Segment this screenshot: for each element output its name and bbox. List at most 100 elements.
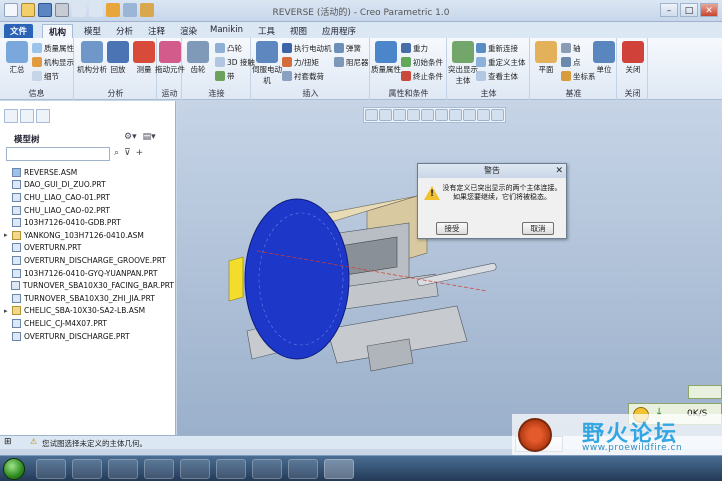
group-properties: 质量属性 重力 初始条件 终止条件 属性和条件 bbox=[371, 38, 447, 100]
force-torque-button[interactable]: 力/扭矩 bbox=[282, 56, 319, 68]
bushing-load-button[interactable]: 衬套载荷 bbox=[282, 70, 324, 82]
tree-item[interactable]: TURNOVER_SBA10X30_ZHI_JIA.PRT bbox=[4, 292, 174, 305]
maximize-button[interactable]: □ bbox=[680, 3, 698, 17]
tree-show-icon[interactable]: ▤▾ bbox=[143, 132, 156, 142]
gravity-button[interactable]: 重力 bbox=[401, 42, 428, 54]
tree-item[interactable]: ▸ YANKONG_103H7126-0410.ASM bbox=[4, 229, 174, 242]
tab-mechanism[interactable]: 机构 bbox=[42, 24, 74, 38]
browser-icon[interactable] bbox=[144, 459, 174, 479]
ribbon-tabs: 文件 机构 模型 分析 注释 渲染 Manikin 工具 视图 应用程序 bbox=[0, 22, 722, 38]
close-icon bbox=[622, 41, 644, 63]
tab-file[interactable]: 文件 bbox=[4, 24, 34, 38]
close-button[interactable]: ✕ bbox=[700, 3, 718, 17]
dialog-close-icon[interactable]: ✕ bbox=[555, 164, 563, 178]
mass-props-big-button[interactable]: 质量属性 bbox=[371, 41, 401, 75]
expand-icon[interactable]: ▸ bbox=[4, 231, 12, 239]
tree-item[interactable]: OVERTURN_DISCHARGE_GROOVE.PRT bbox=[4, 254, 174, 267]
accept-button[interactable]: 接受 bbox=[436, 222, 468, 235]
reconnect-button[interactable]: 重新连接 bbox=[476, 42, 518, 54]
tree-item[interactable]: CHU_LIAO_CAO-01.PRT bbox=[4, 191, 174, 204]
part-icon bbox=[12, 205, 21, 215]
add-column-icon[interactable]: + bbox=[136, 148, 144, 158]
tree-search-input[interactable] bbox=[6, 147, 110, 161]
pdf-icon[interactable] bbox=[252, 459, 282, 479]
expand-icon[interactable]: ▸ bbox=[4, 307, 12, 315]
part-icon bbox=[12, 180, 21, 190]
tree-item[interactable]: DAO_GUI_DI_ZUO.PRT bbox=[4, 179, 174, 192]
mass-props-button[interactable]: 质量属性 bbox=[32, 42, 74, 54]
redefine-body-button[interactable]: 重定义主体 bbox=[476, 56, 526, 68]
tab-tools[interactable]: 工具 bbox=[252, 24, 281, 38]
tree-item[interactable]: CHU_LIAO_CAO-02.PRT bbox=[4, 204, 174, 217]
mass-icon bbox=[32, 43, 42, 53]
bushing-icon bbox=[282, 71, 292, 81]
model-tree-tab-icon[interactable] bbox=[4, 109, 18, 123]
detail-button[interactable]: 细节 bbox=[32, 70, 59, 82]
ie-icon[interactable] bbox=[36, 459, 66, 479]
tab-view[interactable]: 视图 bbox=[284, 24, 313, 38]
summary-button[interactable]: 汇总 bbox=[2, 41, 32, 75]
initial-condition-button[interactable]: 初始条件 bbox=[401, 56, 443, 68]
creo-app-icon[interactable] bbox=[324, 459, 354, 479]
mini-status-widget[interactable] bbox=[688, 385, 722, 399]
start-button[interactable] bbox=[3, 458, 25, 480]
terminate-condition-button[interactable]: 终止条件 bbox=[401, 70, 443, 82]
warning-dialog: 警告 ✕ 没有定义已突出显示的两个主体连接。如果您要继续，它们将被稳态。 接受 … bbox=[417, 163, 567, 239]
tree-item[interactable]: REVERSE.ASM bbox=[4, 166, 174, 179]
belt-button[interactable]: 带 bbox=[215, 70, 235, 82]
cam-button[interactable]: 凸轮 bbox=[215, 42, 242, 54]
minimize-button[interactable]: – bbox=[660, 3, 678, 17]
monitor-icon[interactable] bbox=[180, 459, 210, 479]
filter-icon[interactable]: ⊽ bbox=[124, 148, 131, 158]
tab-render[interactable]: 渲染 bbox=[174, 24, 203, 38]
tree-settings-icon[interactable]: ⚙▾ bbox=[124, 132, 137, 142]
contact-3d-button[interactable]: 3D 接触 bbox=[215, 56, 255, 68]
cancel-button[interactable]: 取消 bbox=[522, 222, 554, 235]
tree-item[interactable]: TURNOVER_SBA10X30_FACING_BAR.PRT bbox=[4, 279, 174, 292]
tree-item[interactable]: ▸ CHELIC_SBA-10X30-SA2-LB.ASM bbox=[4, 305, 174, 318]
playback-icon bbox=[107, 41, 129, 63]
spring-button[interactable]: 弹簧 bbox=[334, 42, 361, 54]
explorer-icon[interactable] bbox=[72, 459, 102, 479]
exec-motor-button[interactable]: 执行电动机 bbox=[282, 42, 332, 54]
favorites-tab-icon[interactable] bbox=[36, 109, 50, 123]
view-body-button[interactable]: 查看主体 bbox=[476, 70, 518, 82]
gear-button[interactable]: 齿轮 bbox=[183, 41, 213, 75]
tree-item[interactable]: OVERTURN.PRT bbox=[4, 242, 174, 255]
drag-button[interactable]: 拖动元件 bbox=[155, 41, 185, 75]
dialog-title: 警告 ✕ bbox=[418, 164, 566, 178]
tree-item[interactable]: 103H7126-0410-GDB.PRT bbox=[4, 216, 174, 229]
detail-icon bbox=[32, 71, 42, 81]
media-player-icon[interactable] bbox=[108, 459, 138, 479]
highlight-body-button[interactable]: 突出显示主体 bbox=[448, 41, 478, 86]
tree-item[interactable]: CHELIC_CJ-M4X07.PRT bbox=[4, 317, 174, 330]
folder-browser-tab-icon[interactable] bbox=[20, 109, 34, 123]
unit-icon bbox=[593, 41, 615, 63]
watermark-url: www.proewildfire.cn bbox=[582, 443, 683, 453]
find-icon[interactable]: ⌕ bbox=[114, 148, 119, 158]
status-tree-icon[interactable]: ⊞ bbox=[4, 437, 12, 447]
group-insert: 伺服电动机 执行电动机 弹簧 力/扭矩 阻尼器 衬套载荷 插入 bbox=[252, 38, 370, 100]
tree-item[interactable]: 103H7126-0410-GYQ-YUANPAN.PRT bbox=[4, 267, 174, 280]
tree-item[interactable]: OVERTURN_DISCHARGE.PRT bbox=[4, 330, 174, 343]
unit-button[interactable]: 单位 bbox=[589, 41, 619, 75]
tab-annotate[interactable]: 注释 bbox=[142, 24, 171, 38]
tab-analysis[interactable]: 分析 bbox=[110, 24, 139, 38]
group-connect: 齿轮 凸轮 3D 接触 带 连接 bbox=[183, 38, 255, 100]
mech-display-button[interactable]: 机构显示 bbox=[32, 56, 74, 68]
plus-app-icon[interactable] bbox=[216, 459, 246, 479]
image-viewer-icon[interactable] bbox=[288, 459, 318, 479]
servo-icon bbox=[256, 41, 278, 63]
close-mechanism-button[interactable]: 关闭 bbox=[618, 41, 648, 75]
axis-button[interactable]: 轴 bbox=[561, 42, 581, 54]
servo-motor-button[interactable]: 伺服电动机 bbox=[252, 41, 282, 86]
assembly-model[interactable] bbox=[177, 101, 722, 435]
plane-button[interactable]: 平面 bbox=[531, 41, 561, 75]
damper-button[interactable]: 阻尼器 bbox=[334, 56, 369, 68]
graphics-viewport[interactable] bbox=[177, 101, 722, 435]
tab-applications[interactable]: 应用程序 bbox=[316, 24, 362, 38]
cam-icon bbox=[215, 43, 225, 53]
tab-manikin[interactable]: Manikin bbox=[204, 24, 249, 38]
tab-model[interactable]: 模型 bbox=[78, 24, 107, 38]
point-button[interactable]: 点 bbox=[561, 56, 581, 68]
